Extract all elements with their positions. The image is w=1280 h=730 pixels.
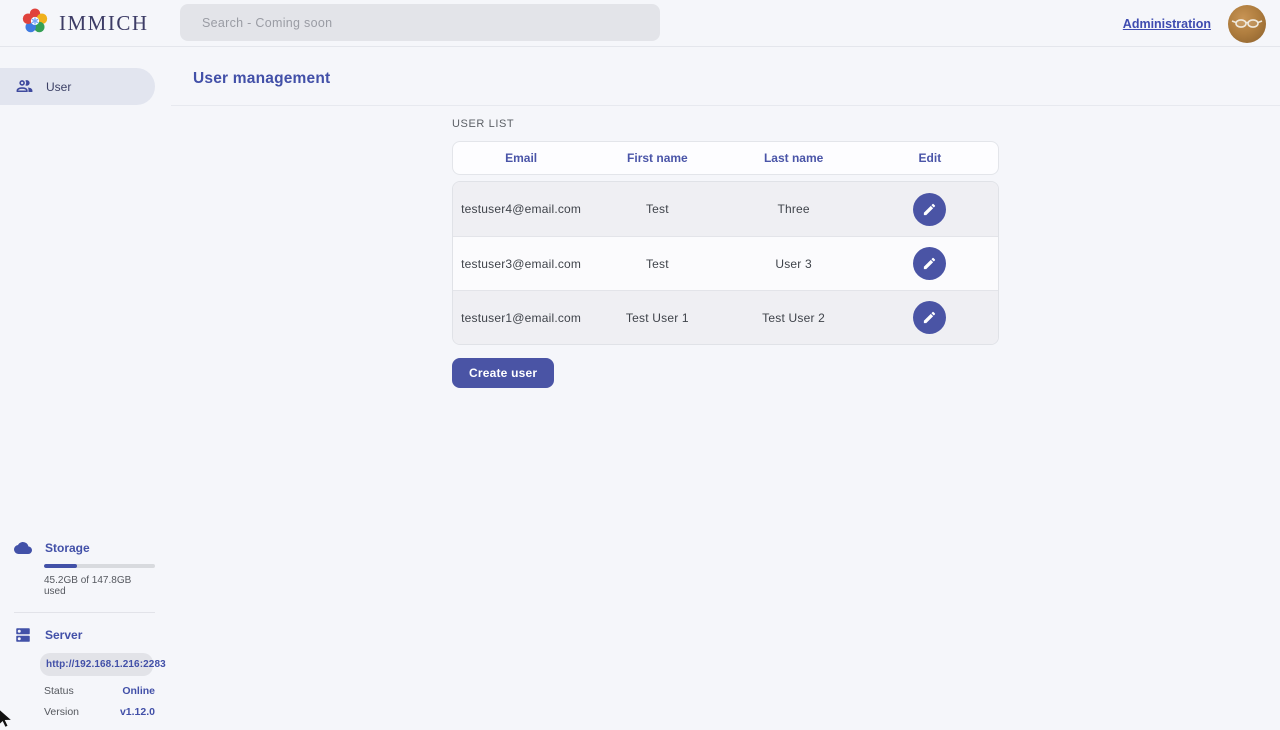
search-input[interactable] xyxy=(180,4,660,41)
app-header: IMMICH Administration xyxy=(0,0,1280,47)
storage-title: Storage xyxy=(45,541,90,555)
version-value: v1.12.0 xyxy=(120,706,155,718)
storage-progress-bar xyxy=(44,564,155,568)
pencil-icon xyxy=(922,310,937,325)
user-list-label: USER LIST xyxy=(452,118,999,130)
cell-first-name: Test User 1 xyxy=(589,311,725,325)
column-header-last-name: Last name xyxy=(726,151,862,165)
storage-usage-text: 45.2GB of 147.8GB used xyxy=(44,575,155,597)
cell-email: testuser4@email.com xyxy=(453,202,589,216)
pencil-icon xyxy=(922,256,937,271)
cell-email: testuser1@email.com xyxy=(453,311,589,325)
sidebar-divider xyxy=(14,612,155,613)
status-value: Online xyxy=(122,685,155,697)
administration-link[interactable]: Administration xyxy=(1123,17,1211,31)
avatar-glasses-icon xyxy=(1228,5,1266,43)
server-url-badge: http://192.168.1.216:2283 xyxy=(40,653,153,676)
user-table-header: Email First name Last name Edit xyxy=(452,141,999,175)
status-label: Status xyxy=(44,685,74,697)
server-version-row: Version v1.12.0 xyxy=(44,697,155,718)
edit-user-button[interactable] xyxy=(913,301,946,334)
table-row: testuser3@email.com Test User 3 xyxy=(453,236,998,290)
cell-first-name: Test xyxy=(589,202,725,216)
cell-last-name: Test User 2 xyxy=(726,311,862,325)
column-header-first-name: First name xyxy=(589,151,725,165)
server-status-row: Status Online xyxy=(44,676,155,697)
version-label: Version xyxy=(44,706,79,718)
sidebar-status-panel: Storage 45.2GB of 147.8GB used Server ht… xyxy=(0,539,171,730)
logo-wordmark: IMMICH xyxy=(59,11,149,36)
title-divider xyxy=(171,105,1280,106)
sidebar: User Storage 45.2GB of 147.8GB used xyxy=(0,47,171,730)
storage-progress-fill xyxy=(44,564,77,568)
table-row: testuser1@email.com Test User 1 Test Use… xyxy=(453,290,998,344)
main-content: User management USER LIST Email First na… xyxy=(171,47,1280,730)
users-icon xyxy=(15,77,34,96)
page-title: User management xyxy=(193,70,1280,88)
search-bar[interactable] xyxy=(180,4,660,41)
edit-user-button[interactable] xyxy=(913,193,946,226)
sidebar-item-user-label: User xyxy=(46,80,71,94)
table-row: testuser4@email.com Test Three xyxy=(453,182,998,236)
cell-first-name: Test xyxy=(589,257,725,271)
user-table-rows: testuser4@email.com Test Three testuser3… xyxy=(452,181,999,345)
cloud-icon xyxy=(14,539,32,557)
cell-last-name: User 3 xyxy=(726,257,862,271)
server-title: Server xyxy=(45,628,82,642)
cell-last-name: Three xyxy=(726,202,862,216)
create-user-button[interactable]: Create user xyxy=(452,358,554,388)
pencil-icon xyxy=(922,202,937,217)
column-header-edit: Edit xyxy=(862,151,998,165)
immich-flower-icon xyxy=(20,6,50,41)
server-icon xyxy=(14,626,32,644)
cell-email: testuser3@email.com xyxy=(453,257,589,271)
sidebar-item-user[interactable]: User xyxy=(0,68,155,105)
column-header-email: Email xyxy=(453,151,589,165)
user-avatar[interactable] xyxy=(1228,5,1266,43)
immich-logo: IMMICH xyxy=(0,6,149,41)
edit-user-button[interactable] xyxy=(913,247,946,280)
